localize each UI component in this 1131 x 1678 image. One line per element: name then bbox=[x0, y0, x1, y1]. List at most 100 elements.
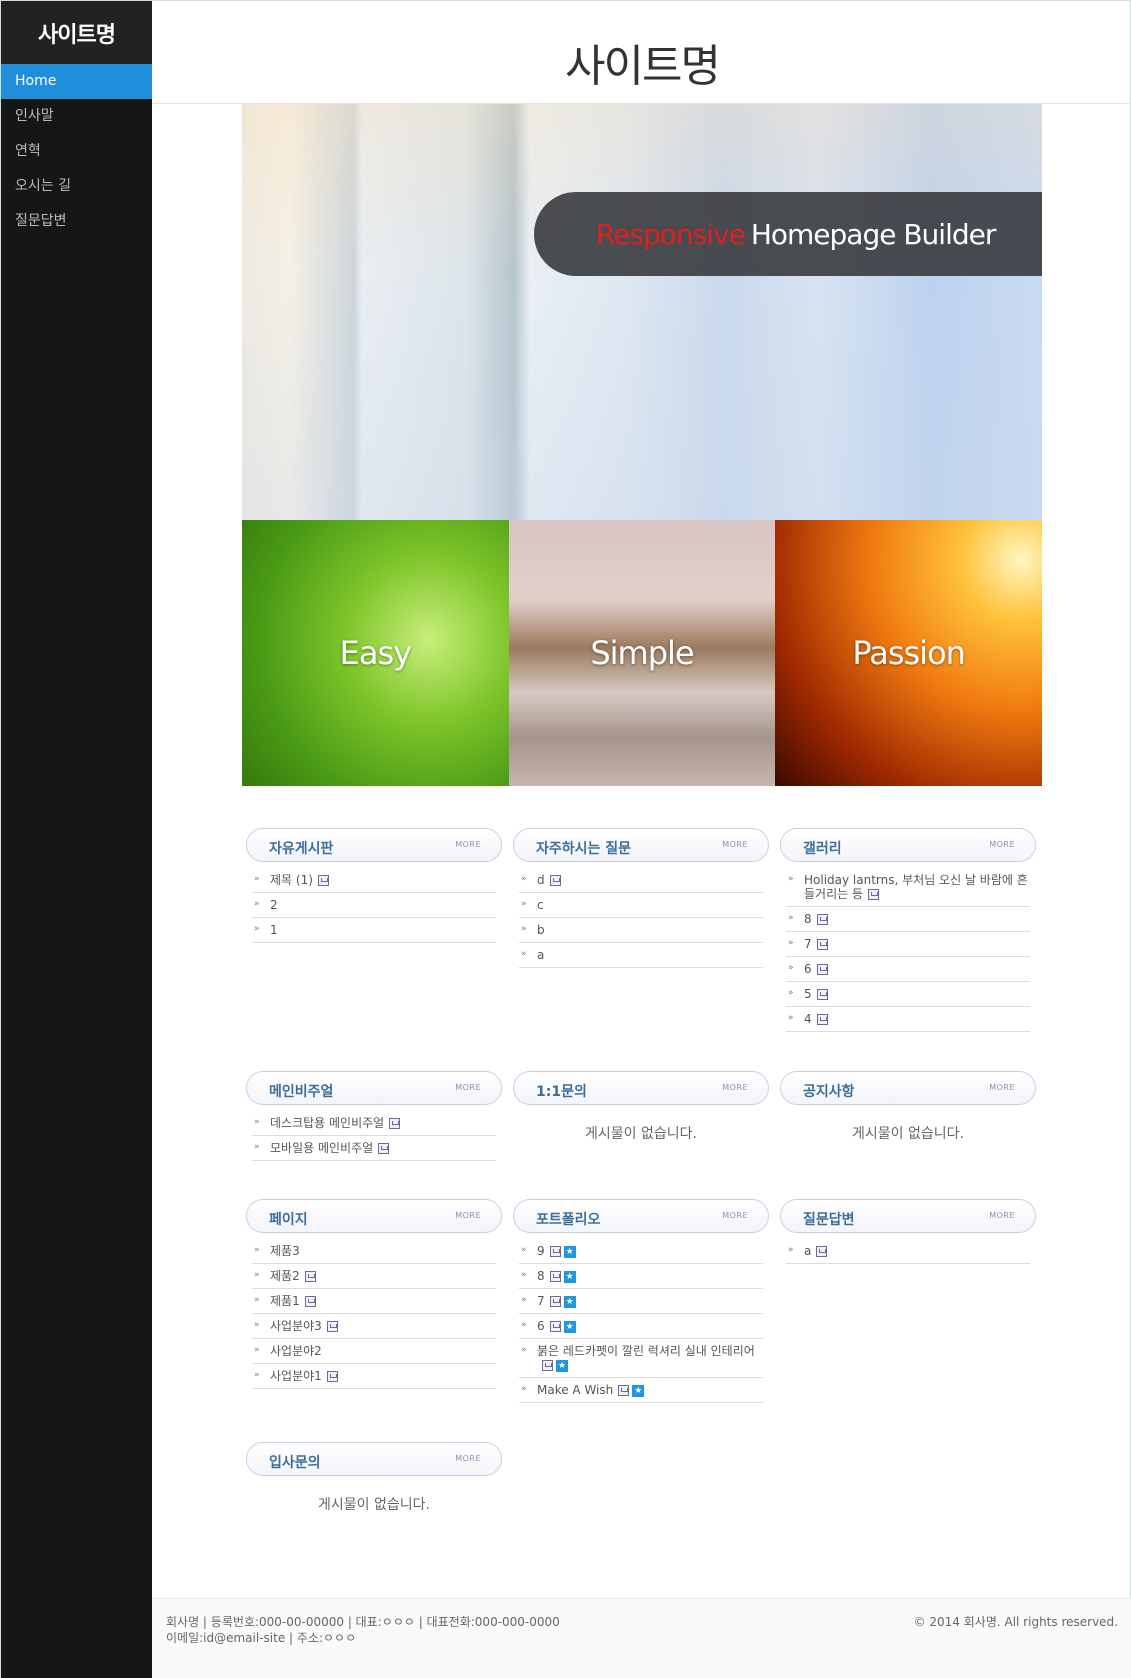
more-link[interactable]: MORE bbox=[455, 1454, 481, 1463]
list-item[interactable]: 9★ bbox=[519, 1239, 763, 1264]
sidebar-item-home[interactable]: Home bbox=[1, 64, 152, 99]
more-link[interactable]: MORE bbox=[455, 840, 481, 849]
list-item[interactable]: c bbox=[519, 893, 763, 918]
list-item[interactable]: a bbox=[519, 943, 763, 968]
board-title[interactable]: 질문답변 bbox=[803, 1209, 855, 1229]
star-icon: ★ bbox=[563, 1320, 576, 1333]
list-item-label: 8 bbox=[537, 1269, 545, 1283]
more-link[interactable]: MORE bbox=[989, 840, 1015, 849]
board-header: 자주하시는 질문 MORE bbox=[513, 828, 769, 862]
list-item[interactable]: 7★ bbox=[519, 1289, 763, 1314]
tile-label: Passion bbox=[852, 634, 966, 672]
board-title[interactable]: 공지사항 bbox=[803, 1081, 855, 1101]
list-item-label: a bbox=[804, 1244, 812, 1258]
tile-passion[interactable]: Passion bbox=[775, 520, 1042, 786]
list-item[interactable]: 사업분야3 bbox=[252, 1314, 496, 1339]
board-header: 공지사항 MORE bbox=[780, 1071, 1036, 1105]
list-item[interactable]: 7 bbox=[786, 932, 1030, 957]
list-item-label: Holiday lantrns, 부처님 오신 날 바람에 흔들거리는 등 bbox=[804, 873, 1028, 901]
list-item-label: 2 bbox=[270, 898, 278, 912]
star-icon: ★ bbox=[556, 1359, 568, 1372]
more-link[interactable]: MORE bbox=[722, 1083, 748, 1092]
document-icon bbox=[618, 1385, 630, 1396]
sidebar-item-directions[interactable]: 오시는 길 bbox=[1, 169, 152, 204]
list-item[interactable]: 1 bbox=[252, 918, 496, 943]
list-item-label: 1 bbox=[270, 923, 278, 937]
board-title[interactable]: 자주하시는 질문 bbox=[536, 838, 631, 858]
list-item[interactable]: Holiday lantrns, 부처님 오신 날 바람에 흔들거리는 등 bbox=[786, 868, 1030, 907]
footer: 회사명 | 등록번호:000-00-00000 | 대표:ㅇㅇㅇ | 대표전화:… bbox=[152, 1598, 1131, 1678]
document-icon bbox=[549, 1296, 561, 1307]
tile-label: Simple bbox=[590, 634, 694, 672]
board-list: 데스크탑용 메인비주얼 모바일용 메인비주얼 bbox=[252, 1111, 496, 1161]
empty-message: 게시물이 없습니다. bbox=[852, 1126, 964, 1142]
document-icon bbox=[317, 875, 329, 886]
board-page: 페이지 MORE 제품3 제품2 제품1 사업분야3 사업분야2 사업분야1 bbox=[246, 1199, 502, 1389]
board-title[interactable]: 메인비주얼 bbox=[269, 1081, 333, 1101]
list-item-label: 데스크탑용 메인비주얼 bbox=[270, 1116, 385, 1130]
star-icon: ★ bbox=[563, 1245, 576, 1258]
sidebar-item-qna[interactable]: 질문답변 bbox=[1, 204, 152, 239]
list-item-label: 붉은 레드카펫이 깔린 럭셔리 실내 인테리어 bbox=[537, 1344, 755, 1358]
board-list: 9★ 8★ 7★ 6★ 붉은 레드카펫이 깔린 럭셔리 실내 인테리어★ Mak… bbox=[519, 1239, 763, 1403]
hero-accent-text: Responsive bbox=[596, 217, 746, 251]
list-item[interactable]: 4 bbox=[786, 1007, 1030, 1032]
site-logo[interactable]: 사이트명 bbox=[1, 1, 152, 64]
tile-simple[interactable]: Simple bbox=[508, 520, 776, 786]
list-item-label: c bbox=[537, 898, 544, 912]
hero-banner: Responsive Homepage Builder bbox=[242, 104, 1042, 520]
list-item-label: 제품3 bbox=[270, 1244, 300, 1258]
more-link[interactable]: MORE bbox=[722, 1211, 748, 1220]
more-link[interactable]: MORE bbox=[455, 1083, 481, 1092]
board-list: 제품3 제품2 제품1 사업분야3 사업분야2 사업분야1 bbox=[252, 1239, 496, 1389]
document-icon bbox=[816, 914, 828, 925]
list-item[interactable]: a bbox=[786, 1239, 1030, 1264]
list-item[interactable]: 2 bbox=[252, 893, 496, 918]
list-item-label: 6 bbox=[537, 1319, 545, 1333]
list-item[interactable]: 데스크탑용 메인비주얼 bbox=[252, 1111, 496, 1136]
board-title[interactable]: 자유게시판 bbox=[269, 838, 333, 858]
list-item[interactable]: 모바일용 메인비주얼 bbox=[252, 1136, 496, 1161]
list-item[interactable]: 붉은 레드카펫이 깔린 럭셔리 실내 인테리어★ bbox=[519, 1339, 763, 1378]
more-link[interactable]: MORE bbox=[722, 840, 748, 849]
list-item[interactable]: Make A Wish ★ bbox=[519, 1378, 763, 1403]
sidebar-item-history[interactable]: 연혁 bbox=[1, 134, 152, 169]
board-header: 포트폴리오 MORE bbox=[513, 1199, 769, 1233]
list-item[interactable]: 8★ bbox=[519, 1264, 763, 1289]
list-item-label: a bbox=[537, 948, 545, 962]
board-title[interactable]: 포트폴리오 bbox=[536, 1209, 600, 1229]
list-item-label: b bbox=[537, 923, 545, 937]
sidebar-item-greeting[interactable]: 인사말 bbox=[1, 99, 152, 134]
list-item[interactable]: d bbox=[519, 868, 763, 893]
star-icon: ★ bbox=[563, 1295, 576, 1308]
document-icon bbox=[304, 1296, 316, 1307]
more-link[interactable]: MORE bbox=[455, 1211, 481, 1220]
list-item[interactable]: b bbox=[519, 918, 763, 943]
list-item[interactable]: 6 bbox=[786, 957, 1030, 982]
board-title[interactable]: 1:1문의 bbox=[536, 1081, 587, 1101]
document-icon bbox=[816, 964, 828, 975]
list-item[interactable]: 제목 (1) bbox=[252, 868, 496, 893]
list-item[interactable]: 사업분야1 bbox=[252, 1364, 496, 1389]
list-item-label: 사업분야2 bbox=[270, 1344, 322, 1358]
more-link[interactable]: MORE bbox=[989, 1083, 1015, 1092]
list-item[interactable]: 6★ bbox=[519, 1314, 763, 1339]
board-title[interactable]: 입사문의 bbox=[269, 1452, 321, 1472]
list-item[interactable]: 제품1 bbox=[252, 1289, 496, 1314]
document-icon bbox=[389, 1118, 401, 1129]
board-title[interactable]: 페이지 bbox=[269, 1209, 308, 1229]
board-title[interactable]: 갤러리 bbox=[803, 838, 842, 858]
list-item[interactable]: 사업분야2 bbox=[252, 1339, 496, 1364]
tile-easy[interactable]: Easy bbox=[242, 520, 509, 786]
list-item[interactable]: 5 bbox=[786, 982, 1030, 1007]
board-header: 메인비주얼 MORE bbox=[246, 1071, 502, 1105]
footer-copyright: © 2014 회사명. All rights reserved. bbox=[913, 1615, 1118, 1629]
page-title[interactable]: 사이트명 bbox=[152, 1, 1131, 104]
more-link[interactable]: MORE bbox=[989, 1211, 1015, 1220]
document-icon bbox=[816, 1246, 828, 1257]
list-item[interactable]: 제품3 bbox=[252, 1239, 496, 1264]
list-item-label: 5 bbox=[804, 987, 812, 1001]
list-item[interactable]: 제품2 bbox=[252, 1264, 496, 1289]
list-item[interactable]: 8 bbox=[786, 907, 1030, 932]
main-content: 사이트명 Responsive Homepage Builder Easy Si… bbox=[152, 1, 1131, 1678]
